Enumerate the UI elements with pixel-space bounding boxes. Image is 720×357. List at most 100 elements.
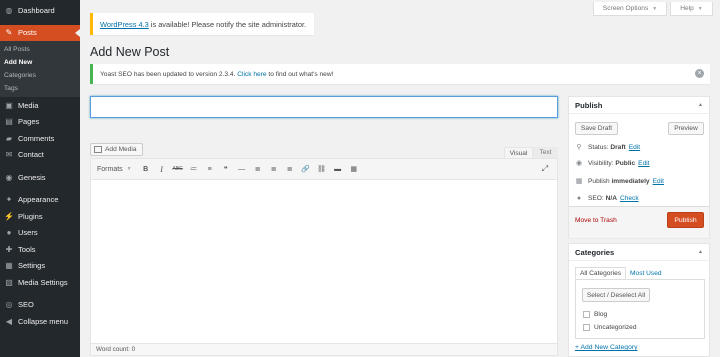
bullet-list-icon[interactable]: ≔: [186, 162, 202, 176]
settings-icon: ▦: [5, 261, 13, 271]
plugin-icon: ⚡: [4, 211, 14, 221]
sidebar-item-plugins[interactable]: ⚡ Plugins: [0, 208, 80, 225]
collapse-menu-button[interactable]: ◀ Collapse menu: [0, 313, 80, 330]
sidebar-item-label: Appearance: [18, 195, 59, 205]
submenu-all-posts[interactable]: All Posts: [0, 43, 80, 56]
read-more-icon[interactable]: ▬: [330, 162, 346, 176]
posts-submenu: All Posts Add New Categories Tags: [0, 41, 80, 97]
seo-check-link[interactable]: Check: [620, 195, 639, 202]
eye-icon: ◉: [575, 160, 583, 167]
admin-sidebar: ◍ Dashboard ✎ Posts All Posts Add New Cate…: [0, 0, 80, 357]
sidebar-item-seo[interactable]: ◎ SEO: [0, 297, 80, 314]
help-button[interactable]: Help ▼: [670, 2, 713, 16]
add-media-button[interactable]: Add Media: [90, 143, 143, 156]
publish-value: immediately: [611, 177, 650, 185]
editor-toolbar: Formats ▼ B I ABC ≔ ≡ ❝ — ≣ ≣ ≣ 🔗 ⛓ ▬ ▦ ⤢: [91, 159, 557, 180]
add-new-category-link[interactable]: + Add New Category: [575, 344, 638, 351]
align-center-icon[interactable]: ≣: [266, 162, 282, 176]
post-title-input[interactable]: [90, 96, 558, 118]
seo-dot-icon: ●: [576, 194, 582, 202]
sidebar-item-comments[interactable]: ▰ Comments: [0, 130, 80, 147]
help-label: Help: [680, 5, 694, 12]
sidebar-item-label: SEO: [18, 300, 34, 310]
sidebar-item-users[interactable]: ● Users: [0, 225, 80, 242]
submenu-add-new[interactable]: Add New: [0, 56, 80, 69]
tab-most-used[interactable]: Most Used: [626, 267, 666, 279]
publish-button[interactable]: Publish: [667, 212, 704, 228]
edit-schedule-link[interactable]: Edit: [653, 178, 664, 185]
fullscreen-icon[interactable]: ⤢: [539, 163, 551, 175]
horizontal-line-icon[interactable]: —: [234, 162, 250, 176]
sidebar-item-posts[interactable]: ✎ Posts: [0, 24, 80, 41]
dashboard-icon: ◍: [5, 5, 13, 15]
sidebar-item-label: Users: [18, 228, 38, 238]
sidebar-item-tools[interactable]: ✚ Tools: [0, 241, 80, 258]
blockquote-icon[interactable]: ❝: [218, 162, 234, 176]
genesis-icon: ◉: [5, 172, 13, 182]
seo-icon: ◎: [5, 300, 13, 310]
select-deselect-all-button[interactable]: Select / Deselect All: [582, 288, 650, 302]
yoast-click-here-link[interactable]: Click here: [237, 71, 266, 78]
publish-box-header[interactable]: Publish ▲: [569, 97, 709, 114]
sidebar-item-appearance[interactable]: ✦ Appearance: [0, 192, 80, 209]
category-list: Select / Deselect All Blog Uncategorized: [575, 279, 705, 339]
collapse-arrow-icon[interactable]: ▲: [698, 102, 703, 108]
chevron-down-icon: ▼: [697, 5, 703, 12]
strikethrough-icon[interactable]: ABC: [170, 162, 186, 176]
sidebar-item-genesis[interactable]: ◉ Genesis: [0, 169, 80, 186]
insert-link-icon[interactable]: 🔗: [298, 162, 314, 176]
screen-options-button[interactable]: Screen Options ▼: [593, 2, 667, 16]
collapse-arrow-icon[interactable]: ▲: [698, 249, 703, 255]
submenu-categories[interactable]: Categories: [0, 69, 80, 82]
seo-label: SEO:: [588, 194, 606, 202]
media-icon: ▣: [5, 100, 13, 110]
formats-dropdown[interactable]: Formats ▼: [97, 162, 138, 176]
status-label: Status:: [588, 143, 611, 151]
categories-box-header[interactable]: Categories ▲: [569, 244, 709, 261]
tab-text[interactable]: Text: [533, 147, 558, 158]
sidebar-item-label: Comments: [18, 133, 55, 143]
brush-icon: ✦: [5, 195, 13, 205]
category-checkbox[interactable]: [583, 324, 590, 331]
editor-content-area[interactable]: [91, 180, 557, 344]
media-settings-icon: ▧: [5, 277, 13, 287]
chevron-down-icon: ▼: [652, 5, 658, 12]
word-count: Word count: 0: [91, 343, 557, 355]
visibility-row: ◉ Visibility: Public Edit: [575, 157, 650, 169]
tab-all-categories[interactable]: All Categories: [575, 267, 627, 279]
tab-visual[interactable]: Visual: [504, 147, 533, 158]
sidebar-item-media[interactable]: ▣ Media: [0, 97, 80, 114]
sidebar-item-media-settings[interactable]: ▧ Media Settings: [0, 274, 80, 291]
sidebar-item-label: Tools: [18, 244, 36, 254]
align-left-icon[interactable]: ≣: [250, 162, 266, 176]
sidebar-item-dashboard[interactable]: ◍ Dashboard: [0, 2, 80, 19]
sidebar-item-contact[interactable]: ✉ Contact: [0, 147, 80, 164]
list-item[interactable]: Uncategorized: [583, 324, 637, 331]
save-draft-button[interactable]: Save Draft: [575, 122, 618, 135]
category-checkbox[interactable]: [583, 311, 590, 318]
remove-link-icon[interactable]: ⛓: [314, 162, 330, 176]
dismiss-icon[interactable]: ×: [695, 69, 704, 78]
submenu-tags[interactable]: Tags: [0, 82, 80, 95]
italic-icon[interactable]: I: [154, 162, 170, 176]
category-label: Uncategorized: [594, 324, 637, 331]
chevron-down-icon: ▼: [126, 166, 132, 172]
add-media-label: Add Media: [105, 146, 137, 153]
sidebar-item-label: Contact: [18, 150, 44, 160]
seo-row: ● SEO: N/A Check: [575, 192, 639, 204]
list-item[interactable]: Blog: [583, 311, 607, 318]
sidebar-item-label: Media: [18, 100, 39, 110]
sidebar-item-settings[interactable]: ▦ Settings: [0, 258, 80, 275]
toolbar-toggle-icon[interactable]: ▦: [346, 162, 362, 176]
sidebar-item-pages[interactable]: ▤ Pages: [0, 114, 80, 131]
wordpress-version-link[interactable]: WordPress 4.3: [100, 20, 149, 29]
edit-status-link[interactable]: Edit: [629, 144, 640, 151]
bold-icon[interactable]: B: [138, 162, 154, 176]
numbered-list-icon[interactable]: ≡: [202, 162, 218, 176]
media-icon: [94, 146, 102, 153]
edit-visibility-link[interactable]: Edit: [638, 160, 649, 167]
move-to-trash-link[interactable]: Move to Trash: [575, 217, 617, 224]
preview-button[interactable]: Preview: [668, 122, 704, 135]
collapse-icon: ◀: [5, 316, 13, 326]
align-right-icon[interactable]: ≣: [282, 162, 298, 176]
